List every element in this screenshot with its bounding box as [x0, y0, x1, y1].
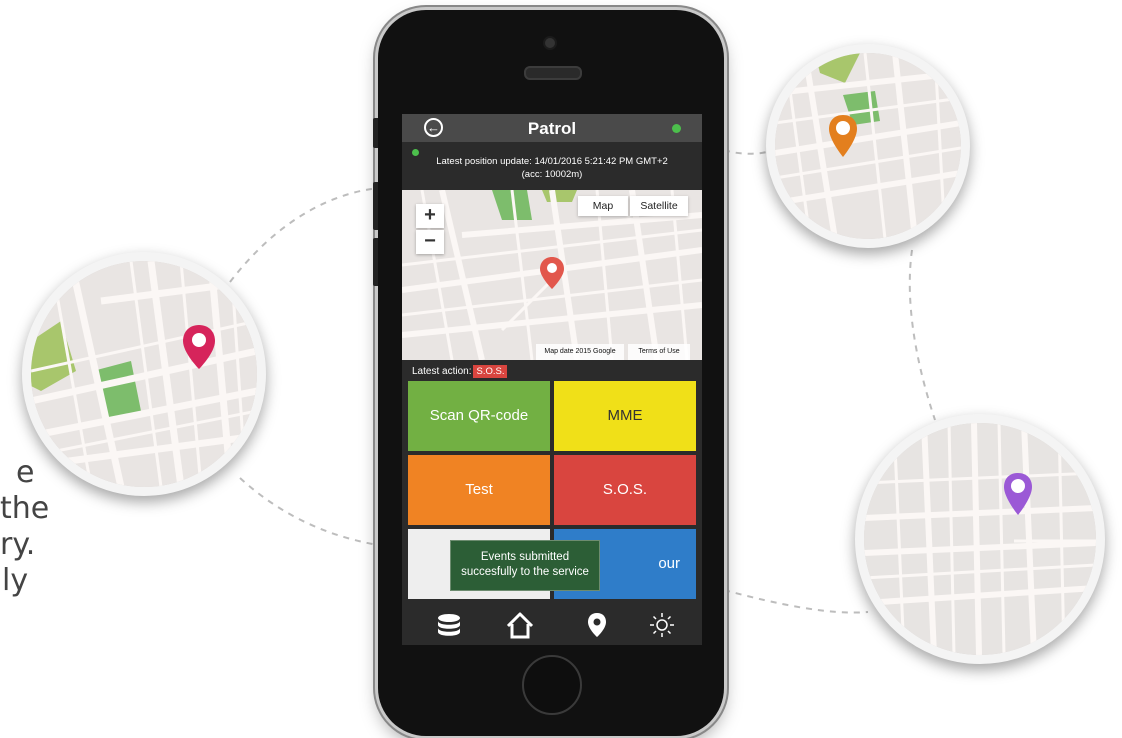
side-text-line: the — [0, 491, 50, 526]
mme-button[interactable]: MME — [554, 381, 696, 451]
latest-action-label: Latest action: — [412, 366, 472, 377]
app-screen: ← Patrol Latest position update: 14/01/2… — [402, 114, 702, 645]
volume-up-button — [373, 182, 378, 230]
position-accuracy-text: (acc: 10002m) — [521, 169, 583, 180]
map-illustration — [775, 53, 961, 239]
bottom-navigation — [402, 605, 702, 645]
side-text-line: e — [16, 455, 35, 490]
brightness-icon[interactable] — [647, 611, 677, 639]
map-view[interactable]: + − Map Satellite Map date 2015 Google T… — [402, 190, 702, 360]
location-pin-icon — [1004, 473, 1032, 515]
connector-right-middle — [908, 249, 936, 421]
database-icon[interactable] — [434, 611, 464, 639]
map-circle-bottom-right — [855, 414, 1105, 664]
latest-action-row: Latest action: S.O.S. — [412, 365, 508, 378]
home-button[interactable] — [522, 655, 582, 715]
connector-right-bottom — [723, 589, 869, 614]
map-circle-left — [22, 252, 266, 496]
toast-line: Events submitted — [480, 551, 570, 563]
phone-mockup: ← Patrol Latest position update: 14/01/2… — [373, 10, 724, 736]
scan-qr-code-button[interactable]: Scan QR-code — [408, 381, 550, 451]
position-status-dot — [412, 149, 419, 156]
test-button[interactable]: Test — [408, 455, 550, 525]
home-icon[interactable] — [505, 611, 535, 639]
mute-switch — [373, 118, 378, 148]
volume-down-button — [373, 238, 378, 286]
connector-left-bottom — [239, 477, 379, 546]
sos-button[interactable]: S.O.S. — [554, 455, 696, 525]
earpiece-speaker — [524, 66, 582, 80]
latest-action-badge: S.O.S. — [473, 365, 508, 378]
connection-status-indicator — [672, 124, 681, 133]
side-text-line: ly — [2, 563, 29, 598]
location-pin-icon — [540, 257, 564, 289]
map-terms-link[interactable]: Terms of Use — [628, 344, 690, 360]
front-camera — [545, 38, 555, 48]
map-type-satellite-button[interactable]: Satellite — [630, 196, 688, 216]
side-text-block: e the ry. ly — [0, 455, 49, 599]
map-circle-top-right — [766, 44, 970, 248]
zoom-out-button[interactable]: − — [416, 230, 444, 254]
location-pin-icon — [829, 115, 857, 157]
title-bar: ← Patrol — [402, 114, 702, 142]
map-attribution: Map date 2015 Google — [536, 344, 624, 360]
side-text-line: ry. — [0, 527, 36, 562]
toast-line: succesfully to the service — [461, 566, 589, 578]
page-title: Patrol — [527, 119, 577, 138]
zoom-in-button[interactable]: + — [416, 204, 444, 228]
location-pin-icon[interactable] — [582, 611, 612, 639]
toast-notification: Events submitted succesfully to the serv… — [450, 540, 600, 591]
location-pin-icon — [183, 325, 215, 369]
map-illustration — [31, 261, 257, 487]
map-type-map-button[interactable]: Map — [578, 196, 628, 216]
connector-left-top — [229, 187, 379, 283]
map-illustration — [864, 423, 1096, 655]
position-update-text: Latest position update: 14/01/2016 5:21:… — [436, 156, 668, 167]
